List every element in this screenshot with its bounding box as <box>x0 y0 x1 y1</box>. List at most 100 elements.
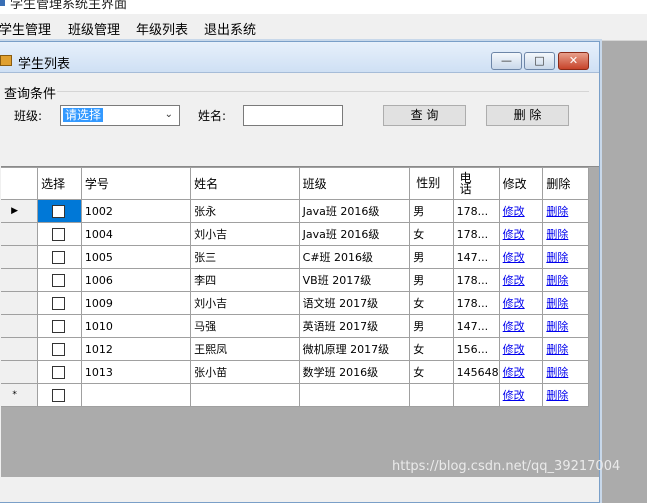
select-checkbox[interactable] <box>52 388 66 402</box>
col-header-edit[interactable]: 修改 <box>498 167 544 200</box>
name-input[interactable] <box>243 105 343 126</box>
edit-link-text[interactable]: 修改 <box>503 251 525 264</box>
table-row[interactable]: 1013 张小苗 数学班 2016级女 145648 修改 删除 <box>1 360 589 384</box>
cell-student-id: 1005 <box>80 245 192 269</box>
select-checkbox-cell[interactable] <box>37 291 82 315</box>
delete-link-text[interactable]: 删除 <box>546 205 568 218</box>
table-row[interactable]: 1012 王熙凤 微机原理 2017级女 156... 修改 删除 <box>1 337 589 361</box>
delete-link[interactable]: 删除 <box>542 268 589 292</box>
col-header-delete[interactable]: 删除 <box>542 167 589 200</box>
menu-grade-list[interactable]: 年级列表 <box>136 19 188 38</box>
class-combobox[interactable]: 请选择 ⌄ <box>60 105 180 126</box>
delete-link-text[interactable]: 删除 <box>546 251 568 264</box>
select-checkbox[interactable] <box>52 296 66 310</box>
cell-gender: 男 <box>409 199 454 223</box>
select-checkbox[interactable] <box>52 273 66 287</box>
delete-link[interactable]: 删除 <box>542 360 589 384</box>
select-checkbox-cell[interactable] <box>37 222 82 246</box>
row-indicator <box>1 245 39 269</box>
select-checkbox[interactable] <box>52 250 66 264</box>
cell-class: C#班 2016级 <box>298 245 411 269</box>
menu-bar: 学生管理 班级管理 年级列表 退出系统 <box>0 14 647 41</box>
delete-link-text[interactable]: 删除 <box>546 320 568 333</box>
select-checkbox[interactable] <box>52 204 66 218</box>
edit-link-text[interactable]: 修改 <box>503 343 525 356</box>
delete-link-text[interactable]: 删除 <box>546 366 568 379</box>
select-checkbox-cell[interactable] <box>37 268 82 292</box>
menu-student-management[interactable]: 学生管理 <box>0 19 51 38</box>
edit-link[interactable]: 修改 <box>498 383 544 407</box>
select-checkbox[interactable] <box>52 342 66 356</box>
select-checkbox[interactable] <box>52 365 66 379</box>
select-checkbox-cell[interactable] <box>37 314 82 338</box>
maximize-button[interactable]: □ <box>524 52 555 70</box>
close-button[interactable]: ✕ <box>558 52 589 70</box>
col-header-select[interactable]: 选择 <box>37 167 82 200</box>
delete-link[interactable]: 删除 <box>542 245 589 269</box>
delete-link[interactable]: 删除 <box>542 337 589 361</box>
student-grid[interactable]: 选择 学号 姓名 班级 性别 电话 修改 删除 ▶ 1002 张永 Java班 201… <box>1 166 599 477</box>
delete-link[interactable]: 删除 <box>542 199 589 223</box>
table-row[interactable]: 1006 李四 VB班 2017级男 178... 修改 删除 <box>1 268 589 292</box>
window-icon <box>0 55 12 66</box>
student-list-window: 学生列表 — □ ✕ 查询条件 班级: 请选择 ⌄ 姓名: 查 询 删 除 选择… <box>0 41 600 503</box>
delete-link[interactable]: 删除 <box>542 314 589 338</box>
edit-link[interactable]: 修改 <box>498 360 544 384</box>
edit-link[interactable]: 修改 <box>498 337 544 361</box>
edit-link[interactable]: 修改 <box>498 245 544 269</box>
row-indicator <box>1 291 39 315</box>
edit-link[interactable]: 修改 <box>498 268 544 292</box>
minimize-button[interactable]: — <box>491 52 522 70</box>
select-checkbox-cell[interactable] <box>37 337 82 361</box>
delete-link-text[interactable]: 删除 <box>546 228 568 241</box>
select-checkbox-cell[interactable] <box>37 383 82 407</box>
delete-link-text[interactable]: 删除 <box>546 389 568 402</box>
table-row[interactable]: 1005 张三 C#班 2016级男 147... 修改 删除 <box>1 245 589 269</box>
chevron-down-icon[interactable]: ⌄ <box>165 109 173 120</box>
select-checkbox-cell[interactable] <box>37 360 82 384</box>
edit-link[interactable]: 修改 <box>498 314 544 338</box>
edit-link-text[interactable]: 修改 <box>503 297 525 310</box>
cell-class: Java班 2016级 <box>298 222 411 246</box>
student-list-titlebar: 学生列表 — □ ✕ <box>0 42 599 73</box>
table-row[interactable]: ▶ 1002 张永 Java班 2016级男 178... 修改 删除 <box>1 199 589 223</box>
col-header-student-id[interactable]: 学号 <box>80 167 192 200</box>
edit-link[interactable]: 修改 <box>498 222 544 246</box>
cell-name: 李四 <box>190 268 300 292</box>
row-header-corner <box>1 167 39 200</box>
col-header-name[interactable]: 姓名 <box>190 167 300 200</box>
edit-link-text[interactable]: 修改 <box>503 389 525 402</box>
select-checkbox-cell[interactable] <box>37 245 82 269</box>
cell-student-id <box>80 383 192 407</box>
col-header-gender[interactable]: 性别 <box>409 167 454 200</box>
edit-link-text[interactable]: 修改 <box>503 274 525 287</box>
menu-class-management[interactable]: 班级管理 <box>68 19 120 38</box>
col-header-phone[interactable]: 电话 <box>452 167 500 200</box>
table-row[interactable]: 1010 马强 英语班 2017级男 147... 修改 删除 <box>1 314 589 338</box>
edit-link-text[interactable]: 修改 <box>503 228 525 241</box>
delete-button[interactable]: 删 除 <box>486 105 569 126</box>
select-checkbox-cell[interactable] <box>37 199 82 223</box>
delete-link[interactable]: 删除 <box>542 291 589 315</box>
edit-link-text[interactable]: 修改 <box>503 320 525 333</box>
cell-class: 数学班 2016级 <box>298 360 411 384</box>
table-row[interactable]: 1004 刘小吉 Java班 2016级女 178... 修改 删除 <box>1 222 589 246</box>
edit-link[interactable]: 修改 <box>498 199 544 223</box>
delete-link[interactable]: 删除 <box>542 222 589 246</box>
edit-link-text[interactable]: 修改 <box>503 366 525 379</box>
delete-link-text[interactable]: 删除 <box>546 297 568 310</box>
table-row[interactable]: 1009 刘小吉 语文班 2017级女 178... 修改 删除 <box>1 291 589 315</box>
select-checkbox[interactable] <box>52 319 66 333</box>
edit-link-text[interactable]: 修改 <box>503 205 525 218</box>
edit-link[interactable]: 修改 <box>498 291 544 315</box>
delete-link[interactable]: 删除 <box>542 383 589 407</box>
menu-exit-system[interactable]: 退出系统 <box>204 19 256 38</box>
search-button[interactable]: 查 询 <box>383 105 466 126</box>
table-row[interactable]: * 修改 删除 <box>1 383 589 407</box>
class-label: 班级: <box>14 109 43 123</box>
col-header-class[interactable]: 班级 <box>298 167 411 200</box>
delete-link-text[interactable]: 删除 <box>546 343 568 356</box>
delete-link-text[interactable]: 删除 <box>546 274 568 287</box>
close-icon: ✕ <box>568 54 579 67</box>
select-checkbox[interactable] <box>52 227 66 241</box>
